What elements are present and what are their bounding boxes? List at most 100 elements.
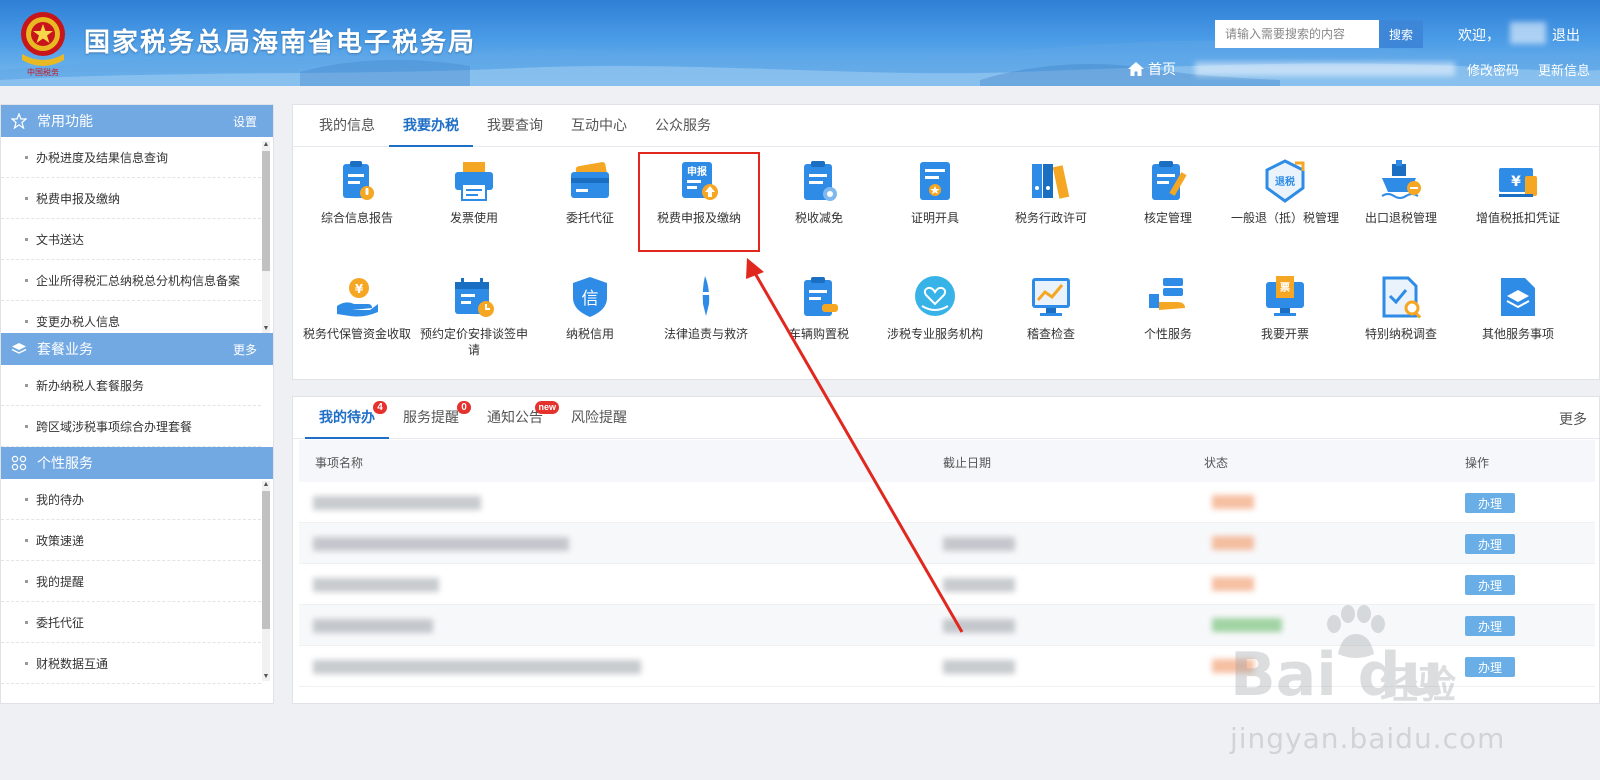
- sidebar-item-label: 企业所得税汇总纳税总分机构信息备案: [36, 273, 241, 288]
- service-other-items[interactable]: 其他服务事项: [1462, 274, 1574, 342]
- tab-my-todo[interactable]: 我的待办 4: [305, 397, 389, 439]
- table-row: 办理: [299, 482, 1595, 523]
- yen-stack-icon: ¥: [1499, 168, 1537, 197]
- service-tax-reduction[interactable]: 税收减免: [763, 158, 875, 226]
- home-label: 首页: [1148, 61, 1176, 77]
- item-name-redacted: [313, 537, 569, 551]
- sidebar-item-label: 办税进度及结果信息查询: [36, 150, 169, 165]
- sidebar-item-data-exchange[interactable]: 财税数据互通: [1, 643, 261, 684]
- sidebar-item-my-reminders[interactable]: 我的提醒: [1, 561, 261, 602]
- declaration-upload-icon: 申报: [682, 162, 718, 200]
- bullet: [25, 237, 28, 241]
- sidebar-item-label: 财税数据互通: [36, 656, 109, 671]
- service-entrusted-collection[interactable]: 委托代征: [534, 158, 646, 226]
- tab-service-reminder[interactable]: 服务提醒 0: [389, 397, 473, 439]
- sidebar-item-progress-query[interactable]: 办税进度及结果信息查询: [1, 137, 261, 178]
- service-label: 车辆购置税: [788, 327, 849, 341]
- service-inspection[interactable]: 稽查检查: [995, 274, 1107, 342]
- personal-list: 我的待办 政策速递 我的提醒 委托代征 财税数据互通: [1, 479, 273, 684]
- column-action: 操作: [1465, 456, 1490, 470]
- scroll-up-arrow[interactable]: ▲: [262, 481, 270, 489]
- scroll-thumb[interactable]: [262, 491, 270, 629]
- scroll-down-arrow[interactable]: ▼: [262, 325, 270, 333]
- handle-button[interactable]: 办理: [1465, 657, 1515, 677]
- service-administrative-permit[interactable]: 税务行政许可: [995, 158, 1107, 226]
- package-more-link[interactable]: 更多: [233, 341, 257, 358]
- service-vehicle-purchase-tax[interactable]: 车辆购置税: [763, 274, 875, 342]
- tab-public-service[interactable]: 公众服务: [641, 105, 725, 147]
- handle-button[interactable]: 办理: [1465, 575, 1515, 595]
- search-button[interactable]: 搜索: [1379, 20, 1423, 48]
- home-link[interactable]: 首页: [1128, 59, 1176, 79]
- handle-button[interactable]: 办理: [1465, 493, 1515, 513]
- sidebar-item-my-todo[interactable]: 我的待办: [1, 479, 261, 520]
- sidebar-item-tax-declaration[interactable]: 税费申报及缴纳: [1, 178, 261, 219]
- service-comprehensive-report[interactable]: 综合信息报告: [301, 158, 413, 226]
- scroll-thumb[interactable]: [262, 151, 270, 271]
- scroll-up-arrow[interactable]: ▲: [262, 141, 270, 149]
- search-input[interactable]: [1215, 20, 1379, 48]
- service-certificate[interactable]: 证明开具: [879, 158, 991, 226]
- sidebar-section-package: 套餐业务 更多: [1, 333, 273, 365]
- service-custody-funds[interactable]: ¥ 税务代保管资金收取: [301, 274, 413, 342]
- service-general-refund[interactable]: 退税 一般退（抵）税管理: [1229, 158, 1341, 226]
- scroll-down-arrow[interactable]: ▼: [262, 673, 270, 681]
- sidebar-item-new-taxpayer-package[interactable]: 新办纳税人套餐服务: [1, 365, 261, 406]
- logout-link[interactable]: 退出: [1552, 25, 1580, 45]
- todo-count-badge: 4: [373, 401, 387, 414]
- service-label: 核定管理: [1143, 211, 1192, 225]
- change-password-link[interactable]: 修改密码: [1467, 60, 1519, 79]
- settings-link[interactable]: 设置: [233, 113, 257, 130]
- sidebar-item-entrusted-collection[interactable]: 委托代征: [1, 602, 261, 643]
- tab-my-info[interactable]: 我的信息: [305, 105, 389, 147]
- service-label: 证明开具: [910, 211, 959, 225]
- update-info-link[interactable]: 更新信息: [1538, 60, 1590, 79]
- welcome-text: 欢迎，: [1458, 27, 1500, 43]
- service-personalized[interactable]: 个性服务: [1112, 274, 1224, 342]
- common-scrollbar[interactable]: ▲ ▼: [262, 141, 270, 333]
- service-label: 涉税专业服务机构: [886, 327, 983, 341]
- table-header: 事项名称 截止日期 状态 操作: [299, 440, 1595, 482]
- sidebar-section-title: 常用功能: [37, 113, 93, 129]
- heart-hand-icon: [915, 276, 955, 316]
- sidebar-item-label: 政策速递: [36, 533, 85, 548]
- header-banner: 中国税务 国家税务总局海南省电子税务局 搜索 欢迎， 退出 首页 修改密码 更新…: [0, 0, 1600, 86]
- sidebar-item-policy-express[interactable]: 政策速递: [1, 520, 261, 561]
- tab-handle-tax[interactable]: 我要办税: [389, 105, 473, 147]
- service-export-refund[interactable]: 出口退税管理: [1345, 158, 1457, 226]
- package-list: 新办纳税人套餐服务 跨区域涉税事项综合办理套餐: [1, 365, 273, 447]
- home-icon: [1128, 62, 1144, 76]
- service-tax-credit[interactable]: 信 纳税信用: [534, 274, 646, 342]
- personal-scrollbar[interactable]: ▲ ▼: [262, 481, 270, 681]
- watermark-url: jingyan.baidu.com: [1230, 722, 1506, 755]
- handle-button[interactable]: 办理: [1465, 534, 1515, 554]
- table-row: 办理: [299, 564, 1595, 605]
- site-title: 国家税务总局海南省电子税务局: [84, 27, 477, 57]
- bullet: [25, 319, 28, 323]
- tab-query[interactable]: 我要查询: [473, 105, 557, 147]
- service-advance-pricing[interactable]: 预约定价安排谈签申请: [418, 274, 530, 358]
- sidebar-item-document-delivery[interactable]: 文书送达: [1, 219, 261, 260]
- tab-risk-reminder[interactable]: 风险提醒: [557, 397, 641, 439]
- todo-more-link[interactable]: 更多: [1559, 409, 1587, 429]
- service-tax-declaration-payment[interactable]: 申报 税费申报及缴纳: [643, 158, 755, 226]
- column-status: 状态: [1204, 456, 1229, 470]
- handle-button[interactable]: 办理: [1465, 616, 1515, 636]
- status-redacted: [1212, 536, 1254, 550]
- service-invoice-use[interactable]: 发票使用: [418, 158, 530, 226]
- service-legal-remedy[interactable]: 法律追责与救济: [650, 274, 762, 342]
- service-assessment-management[interactable]: 核定管理: [1112, 158, 1224, 226]
- sidebar-item-branch-filing[interactable]: 企业所得税汇总纳税总分机构信息备案: [1, 260, 261, 301]
- status-redacted: [1212, 495, 1254, 509]
- common-function-list: 办税进度及结果信息查询 税费申报及缴纳 文书送达 企业所得税汇总纳税总分机构信息…: [1, 137, 273, 342]
- layers-icon: [11, 343, 27, 354]
- tab-interaction[interactable]: 互动中心: [557, 105, 641, 147]
- bullet: [25, 278, 28, 282]
- reminder-count-badge: 0: [457, 401, 471, 414]
- service-vat-deduction[interactable]: ¥ 增值税抵扣凭证: [1462, 158, 1574, 226]
- service-professional-agencies[interactable]: 涉税专业服务机构: [879, 274, 991, 342]
- service-issue-invoice[interactable]: 票 我要开票: [1229, 274, 1341, 342]
- service-special-tax-investigation[interactable]: 特别纳税调查: [1345, 274, 1457, 342]
- tab-notice[interactable]: 通知公告 new: [473, 397, 559, 439]
- sidebar-item-cross-region-package[interactable]: 跨区域涉税事项综合办理套餐: [1, 406, 261, 447]
